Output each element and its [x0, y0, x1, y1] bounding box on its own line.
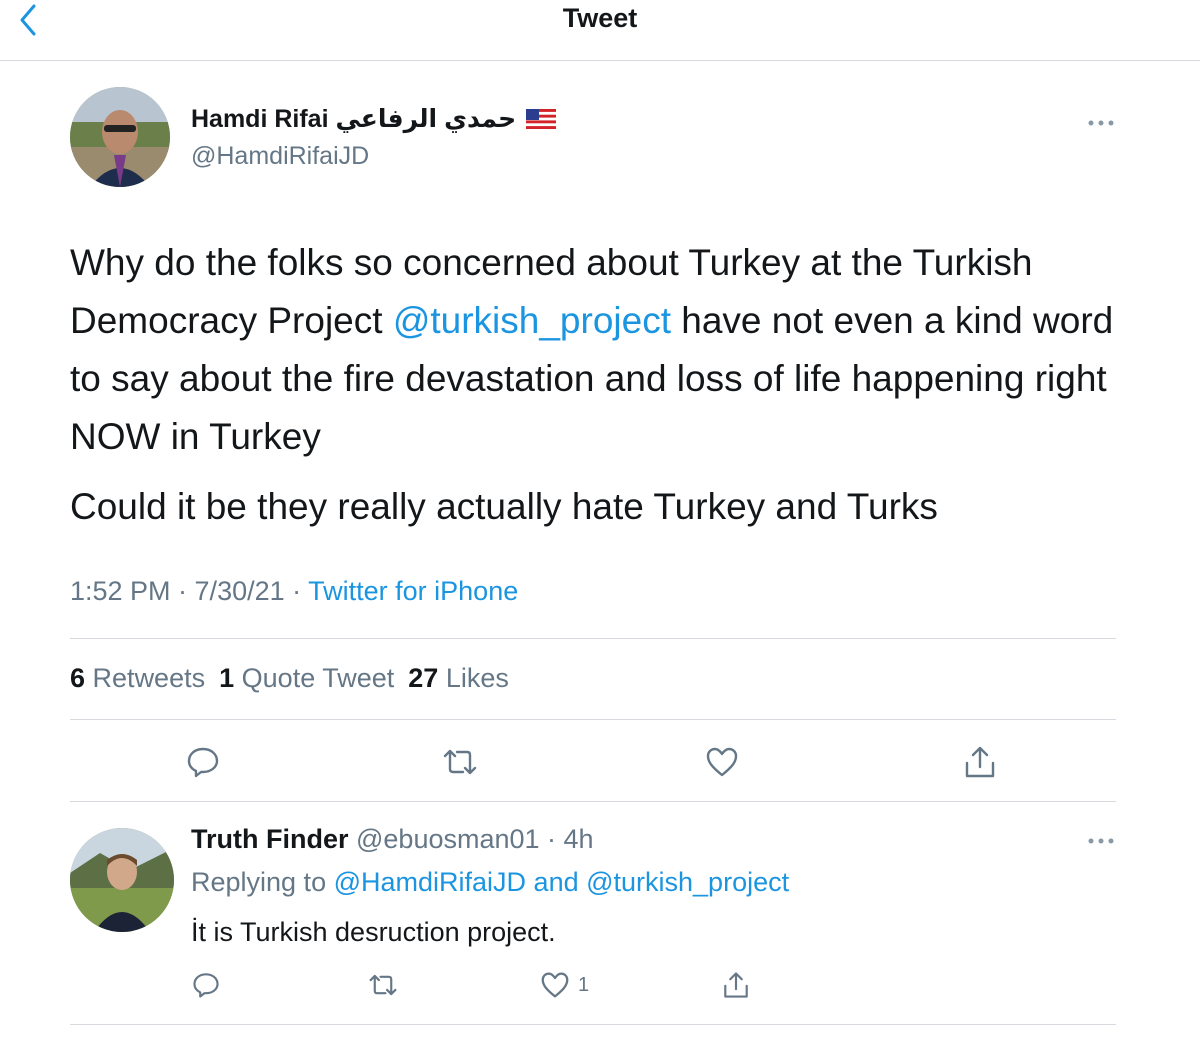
reply-retweet-button[interactable] [361, 963, 405, 1007]
reply-author-handle: @ebuosman01 · 4h [348, 824, 594, 854]
tweet-source-link[interactable]: Twitter for iPhone [308, 576, 518, 606]
header-divider [0, 60, 1200, 61]
reply-share-button[interactable] [714, 963, 758, 1007]
divider [70, 1024, 1116, 1025]
reply-button[interactable] [181, 740, 225, 784]
reply-author-name[interactable]: Truth Finder [191, 824, 349, 854]
author-avatar[interactable] [70, 87, 170, 187]
more-options-button[interactable] [1086, 116, 1116, 130]
reply-reply-button[interactable] [184, 963, 228, 1007]
heart-icon [541, 972, 569, 998]
comment-icon [193, 973, 219, 998]
likes-label: Likes [445, 663, 509, 693]
retweet-icon [369, 974, 397, 996]
quote-tweets-stat[interactable]: 1 Quote Tweet [219, 663, 394, 694]
divider [70, 638, 1116, 639]
tweet-text: Why do the folks so concerned about Turk… [70, 234, 1130, 548]
share-icon [724, 972, 748, 998]
comment-icon [187, 747, 219, 778]
mention-link[interactable]: @turkish_project [393, 300, 671, 341]
reply-more-options-button[interactable] [1086, 834, 1116, 848]
replying-mention-link[interactable]: @HamdiRifaiJD [334, 867, 526, 897]
share-icon [965, 746, 995, 778]
us-flag-icon [526, 109, 557, 129]
replying-to-label: Replying to [191, 867, 334, 897]
reply-like-button[interactable]: 1 [540, 965, 589, 1005]
replying-and: and [526, 867, 587, 897]
ellipsis-icon [1088, 120, 1114, 126]
like-button[interactable] [700, 740, 744, 784]
tweet-meta: 1:52 PM · 7/30/21 · Twitter for iPhone [70, 576, 518, 607]
tweet-paragraph: Could it be they really actually hate Tu… [70, 486, 938, 527]
quote-tweets-count: 1 [219, 663, 235, 693]
retweet-icon [443, 749, 477, 775]
tweet-paragraph: Why do the folks so concerned about Turk… [70, 234, 1130, 466]
retweets-stat[interactable]: 6 Retweets [70, 663, 205, 694]
ellipsis-icon [1088, 838, 1114, 844]
author-handle[interactable]: @HamdiRifaiJD [191, 142, 369, 171]
tweet-timestamp: 1:52 PM · 7/30/21 · [70, 576, 309, 606]
reply-text: İt is Turkish desruction project. [191, 917, 556, 947]
reply-like-count: 1 [578, 973, 590, 996]
avatar-photo [70, 828, 174, 932]
quote-tweets-label: Quote Tweet [241, 663, 395, 693]
retweets-label: Retweets [92, 663, 206, 693]
retweet-button[interactable] [438, 740, 482, 784]
replying-to: Replying to @HamdiRifaiJD and @turkish_p… [191, 867, 789, 898]
reply-header: Truth Finder @ebuosman01 · 4h [191, 824, 594, 855]
heart-icon [706, 747, 738, 777]
likes-count: 27 [408, 663, 439, 693]
tweet-stats: 6 Retweets 1 Quote Tweet 27 Likes [70, 663, 509, 694]
author-name[interactable]: Hamdi Rifai حمدي الرفاعي [191, 104, 557, 134]
avatar-photo [70, 87, 170, 187]
page-title: Tweet [562, 3, 638, 33]
author-name-text: Hamdi Rifai حمدي الرفاعي [191, 105, 517, 133]
share-button[interactable] [958, 740, 1002, 784]
reply-author-avatar[interactable] [70, 828, 174, 932]
likes-stat[interactable]: 27 Likes [408, 663, 509, 694]
replying-mention-link[interactable]: @turkish_project [586, 867, 789, 897]
divider [70, 719, 1116, 720]
divider [70, 801, 1116, 802]
retweets-count: 6 [70, 663, 86, 693]
